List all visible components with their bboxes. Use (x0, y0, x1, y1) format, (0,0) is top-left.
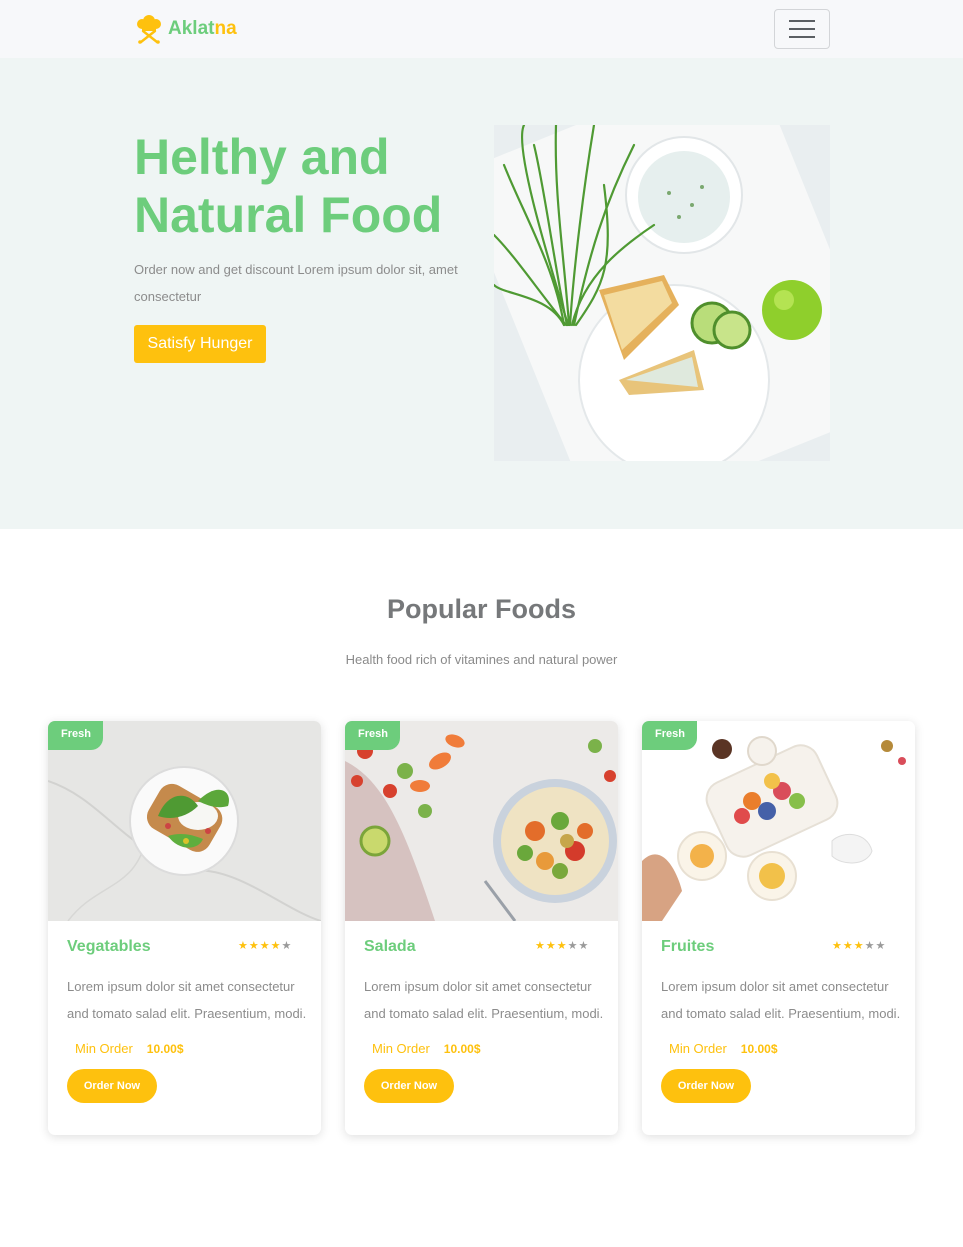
order-now-button[interactable]: Order Now (67, 1069, 157, 1103)
salada-image (345, 721, 618, 922)
star-icon: ★ (545, 940, 556, 952)
min-order-row: Min Order 10.00$ (372, 1041, 481, 1057)
card-title: Salada (364, 938, 416, 955)
hamburger-menu-icon (789, 36, 815, 38)
star-icon: ★ (875, 940, 886, 952)
star-icon: ★ (270, 940, 281, 952)
min-order-value: 10.00$ (146, 1042, 184, 1056)
star-icon: ★ (248, 940, 259, 952)
min-order-value: 10.00$ (740, 1042, 778, 1056)
rating-stars: ★ ★ ★ ★ ★ (832, 940, 885, 952)
hero-section: Helthy and Natural Food Order now and ge… (0, 58, 963, 529)
order-now-button[interactable]: Order Now (661, 1069, 751, 1103)
satisfy-hunger-button[interactable]: Satisfy Hunger (134, 325, 266, 363)
card-title: Vegatables (67, 938, 151, 955)
hamburger-menu-icon (789, 28, 815, 30)
min-order-label: Min Order (669, 1041, 727, 1056)
star-icon: ★ (535, 940, 545, 952)
star-icon: ★ (853, 940, 864, 952)
min-order-row: Min Order 10.00$ (75, 1041, 184, 1057)
card-title: Fruites (661, 938, 715, 955)
order-now-button[interactable]: Order Now (364, 1069, 454, 1103)
hero-description: Order now and get discount Lorem ipsum d… (134, 262, 458, 304)
vegatables-image (48, 721, 321, 922)
star-icon: ★ (238, 940, 248, 952)
min-order-row: Min Order 10.00$ (669, 1041, 778, 1057)
min-order-label: Min Order (372, 1041, 430, 1056)
star-icon: ★ (281, 940, 292, 952)
food-card-fruites: Fresh Fruites ★ ★ ★ ★ ★ Lorem ipsum dolor si… (642, 721, 915, 1135)
card-description: Lorem ipsum dolor sit amet consectetur a… (67, 979, 307, 1021)
popular-foods-title: Popular Foods (387, 594, 576, 624)
min-order-label: Min Order (75, 1041, 133, 1056)
hero-title: Helthy and Natural Food (134, 129, 443, 243)
star-icon: ★ (842, 940, 853, 952)
star-icon: ★ (864, 940, 875, 952)
brand-name: Aklatna (168, 18, 237, 39)
food-card-vegatables: Fresh Vegatables ★ ★ ★ ★ ★ Lorem ipsum dolor… (48, 721, 321, 1135)
star-icon: ★ (259, 940, 270, 952)
fresh-badge: Fresh (48, 721, 103, 750)
fresh-badge: Fresh (642, 721, 697, 750)
food-card-salada: Fresh Salada ★ ★ ★ ★ ★ Lorem ipsum dolor sit… (345, 721, 618, 1135)
min-order-value: 10.00$ (443, 1042, 481, 1056)
hero-food-image (494, 125, 830, 461)
popular-foods-subtitle: Health food rich of vitamines and natura… (345, 652, 618, 667)
star-icon: ★ (556, 940, 567, 952)
star-icon: ★ (832, 940, 842, 952)
fruites-image (642, 721, 915, 921)
card-description: Lorem ipsum dolor sit amet consectetur a… (661, 979, 901, 1021)
hamburger-menu-icon (789, 20, 815, 22)
rating-stars: ★ ★ ★ ★ ★ (238, 940, 291, 952)
navbar-toggler-button[interactable] (774, 9, 830, 49)
card-description: Lorem ipsum dolor sit amet consectetur a… (364, 979, 604, 1021)
fresh-badge: Fresh (345, 721, 400, 750)
rating-stars: ★ ★ ★ ★ ★ (535, 940, 588, 952)
navbar: Aklatna (0, 0, 963, 58)
brand-logo-link[interactable]: Aklatna (134, 14, 237, 44)
star-icon: ★ (567, 940, 578, 952)
chef-hat-cutlery-icon (137, 15, 161, 44)
star-icon: ★ (578, 940, 589, 952)
